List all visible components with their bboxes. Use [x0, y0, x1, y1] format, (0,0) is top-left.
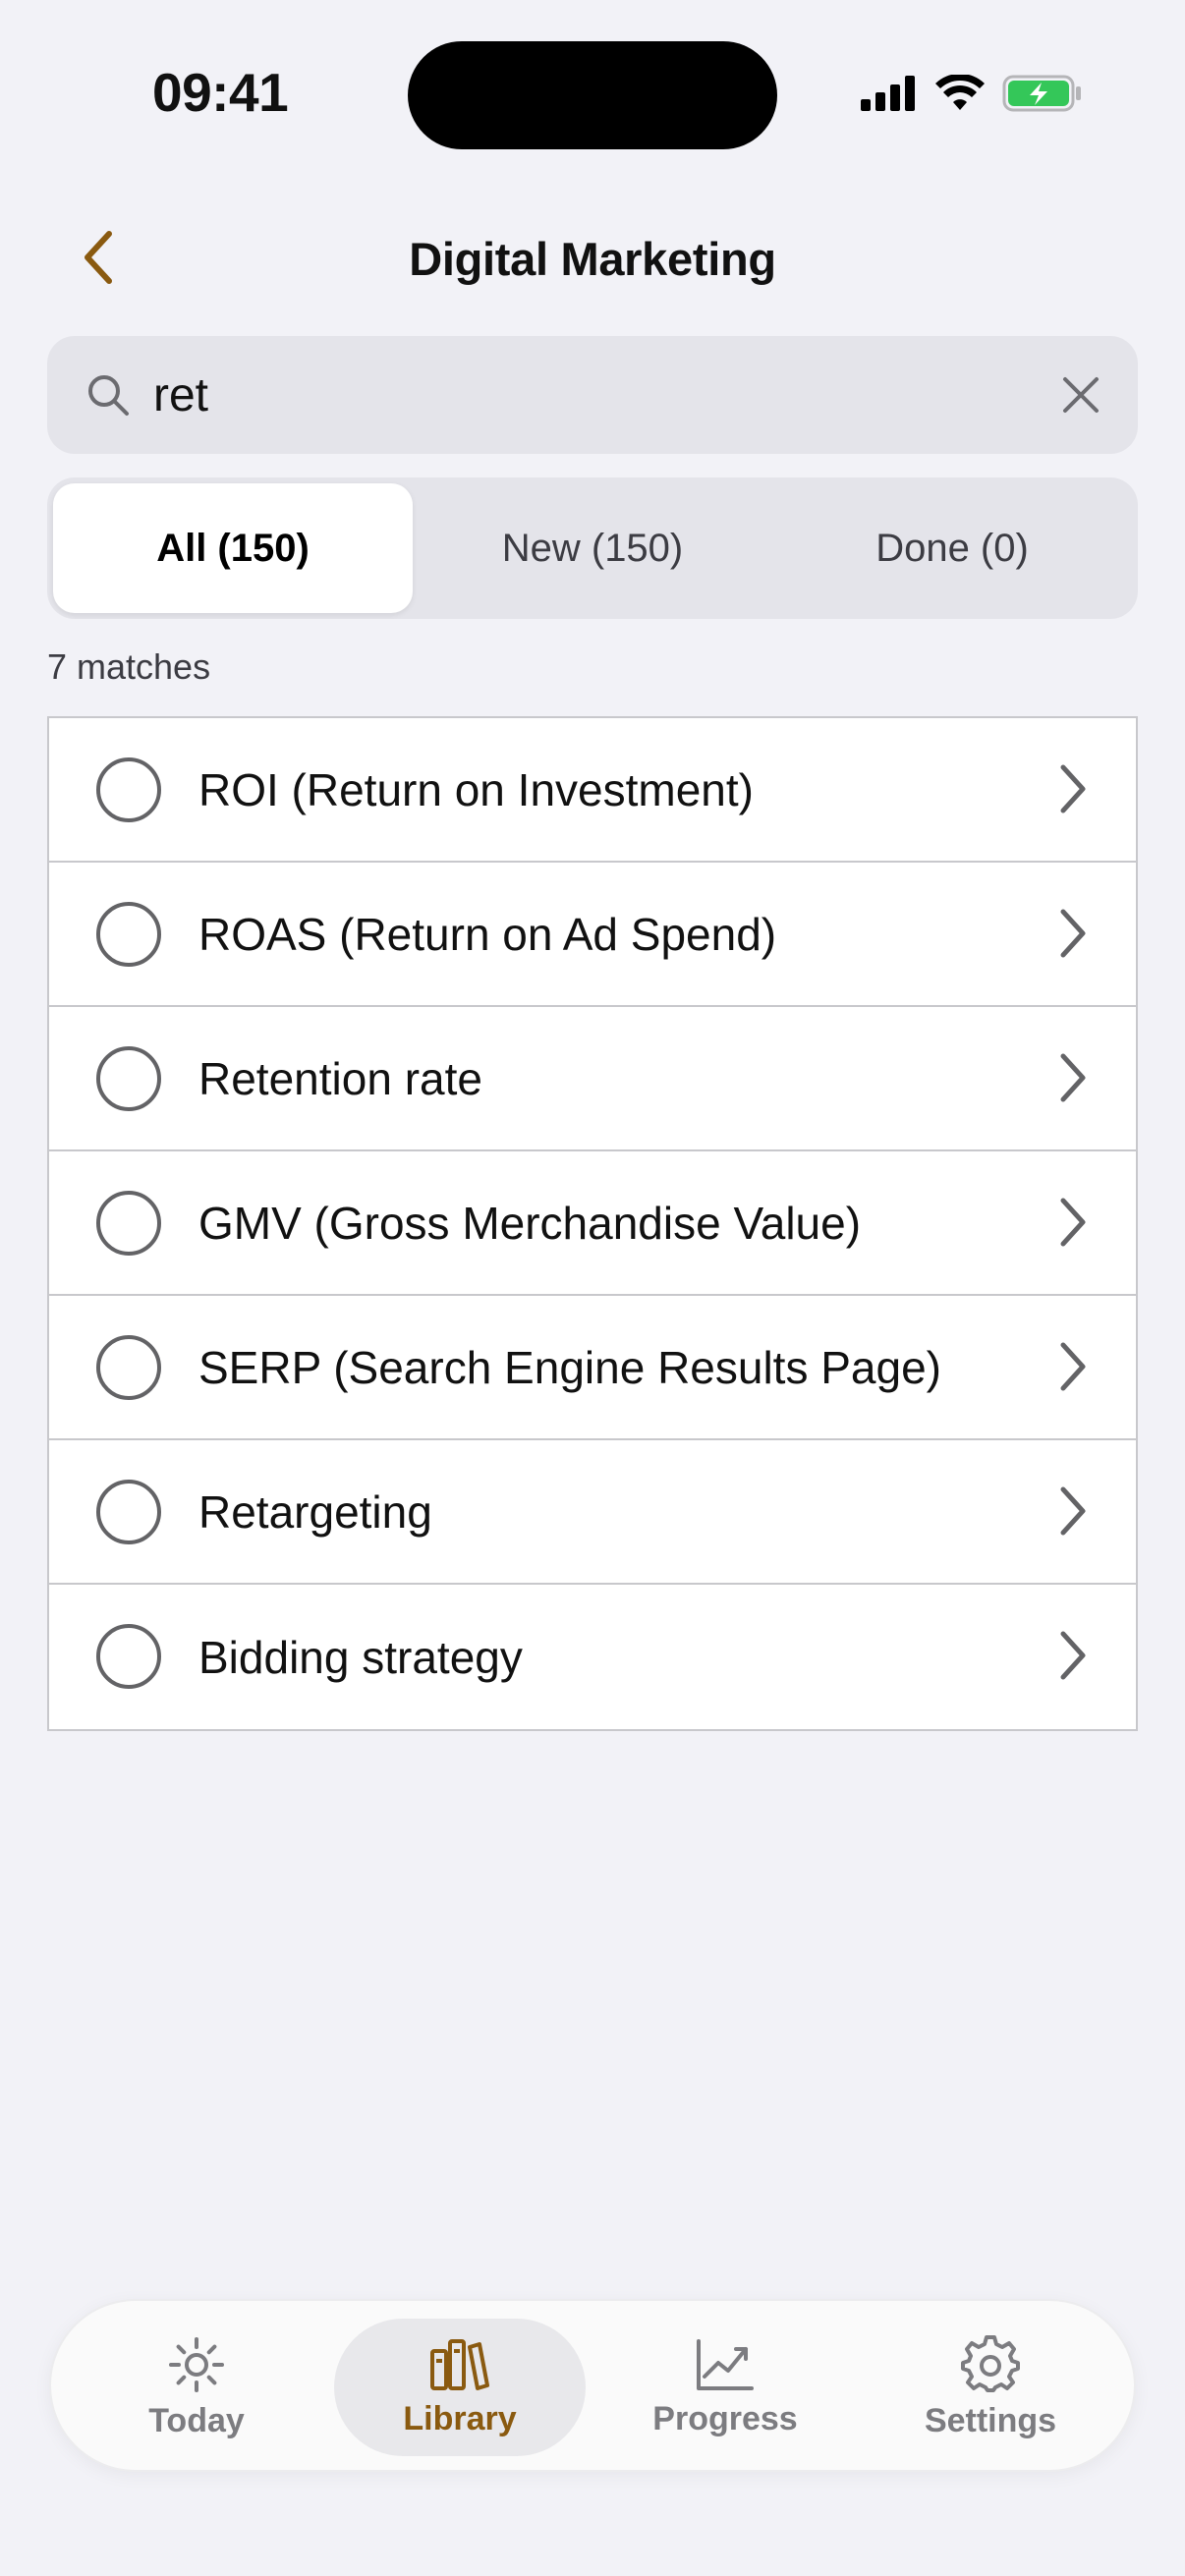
books-icon [430, 2338, 489, 2390]
chevron-right-icon [1060, 1486, 1086, 1536]
list-item-label: Retargeting [198, 1485, 432, 1538]
screen: 09:41 Digital Marketing ret All (150) Ne… [0, 0, 1185, 2576]
list-item-label: GMV (Gross Merchandise Value) [198, 1197, 862, 1249]
filter-segmented-control: All (150) New (150) Done (0) [47, 477, 1138, 619]
tab-settings[interactable]: Settings [865, 2319, 1116, 2456]
segment-all[interactable]: All (150) [53, 483, 413, 613]
tab-library[interactable]: Library [334, 2319, 586, 2456]
status-circle-icon[interactable] [96, 757, 161, 822]
status-circle-icon[interactable] [96, 1480, 161, 1544]
list-item[interactable]: Bidding strategy [49, 1585, 1136, 1729]
chevron-right-icon [1060, 1053, 1086, 1102]
status-circle-icon[interactable] [96, 1046, 161, 1111]
list-item[interactable]: GMV (Gross Merchandise Value) [49, 1151, 1136, 1296]
list-item[interactable]: ROAS (Return on Ad Spend) [49, 863, 1136, 1007]
search-bar [47, 336, 1138, 454]
list-item-label: Retention rate [198, 1052, 482, 1104]
clear-search-button[interactable] [1055, 369, 1106, 420]
status-circle-icon[interactable] [96, 1191, 161, 1256]
dynamic-island [408, 41, 777, 149]
chevron-right-icon [1060, 909, 1086, 958]
chevron-right-icon [1060, 1198, 1086, 1247]
list-item-label: ROI (Return on Investment) [198, 763, 754, 815]
results-list: ROI (Return on Investment) ROAS (Return … [47, 716, 1138, 1731]
list-item[interactable]: Retargeting [49, 1440, 1136, 1585]
gear-icon [961, 2334, 1020, 2392]
page-title: Digital Marketing [409, 233, 776, 285]
tab-today[interactable]: Today [71, 2319, 322, 2456]
search-icon [88, 375, 129, 416]
wifi-icon [935, 75, 985, 110]
sun-icon [169, 2336, 224, 2392]
status-icons [861, 75, 1083, 112]
list-item[interactable]: SERP (Search Engine Results Page) [49, 1296, 1136, 1440]
chart-icon [697, 2338, 754, 2390]
tab-bar: Today Library Progress Settings [49, 2299, 1136, 2472]
battery-charging-icon [1002, 75, 1081, 112]
match-count: 7 matches [47, 646, 211, 687]
status-circle-icon[interactable] [96, 902, 161, 967]
segment-done[interactable]: Done (0) [772, 483, 1132, 613]
status-circle-icon[interactable] [96, 1335, 161, 1400]
cellular-signal-icon [861, 76, 915, 111]
tab-label: Settings [924, 2401, 1057, 2439]
tab-progress[interactable]: Progress [599, 2319, 851, 2456]
search-input[interactable] [153, 360, 1038, 430]
segment-new[interactable]: New (150) [413, 483, 772, 613]
list-item-label: SERP (Search Engine Results Page) [198, 1341, 941, 1393]
tab-label: Library [403, 2399, 517, 2437]
chevron-right-icon [1060, 764, 1086, 813]
chevron-right-icon [1060, 1631, 1086, 1680]
status-circle-icon[interactable] [96, 1624, 161, 1689]
list-item[interactable]: ROI (Return on Investment) [49, 718, 1136, 863]
status-time: 09:41 [152, 62, 289, 123]
close-icon [1063, 377, 1099, 413]
chevron-right-icon [1060, 1342, 1086, 1391]
list-item-label: Bidding strategy [198, 1631, 523, 1683]
tab-label: Progress [652, 2399, 798, 2437]
list-item-label: ROAS (Return on Ad Spend) [198, 908, 777, 960]
list-item[interactable]: Retention rate [49, 1007, 1136, 1151]
tab-label: Today [148, 2401, 245, 2439]
